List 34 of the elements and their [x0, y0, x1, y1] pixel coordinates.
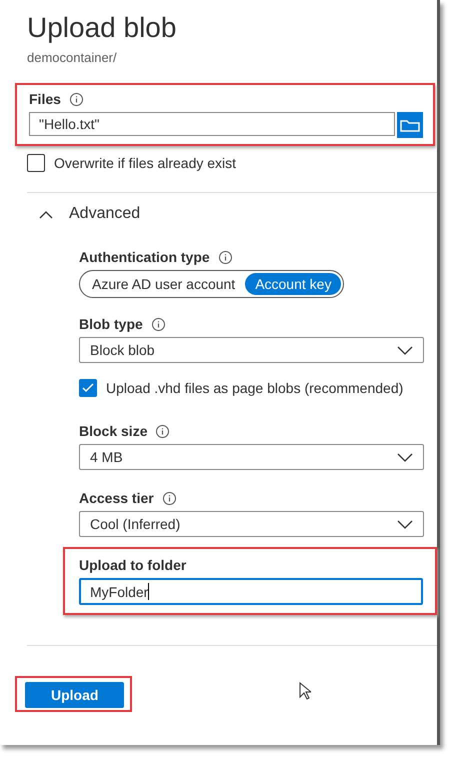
auth-type-label: Authentication type — [79, 249, 210, 265]
access-tier-label: Access tier — [79, 490, 154, 506]
checkbox[interactable] — [27, 154, 45, 172]
files-field[interactable]: "Hello.txt" — [29, 112, 395, 136]
checkbox-label: Overwrite if files already exist — [54, 155, 236, 171]
info-icon — [218, 250, 232, 264]
checkbox[interactable] — [79, 379, 97, 397]
chevron-icon — [39, 210, 53, 218]
folder-label: Upload to folder — [79, 557, 186, 573]
info-icon — [162, 492, 176, 504]
block-size-label: Block size — [79, 423, 148, 439]
checkbox-label: Upload .vhd files as page blobs (recommended) — [106, 380, 404, 396]
container-path: democontainer/ — [27, 50, 118, 65]
blob-type-dropdown[interactable]: Block blob — [79, 337, 424, 363]
check-icon — [82, 383, 94, 393]
browse-button[interactable] — [397, 112, 423, 138]
block-size-dropdown[interactable]: 4 MB — [79, 444, 424, 470]
blob-type-label: Blob type — [79, 316, 143, 332]
info-icon — [152, 318, 165, 330]
info-icon — [156, 424, 170, 438]
files-label: Files — [29, 91, 61, 107]
panel-title: Upload blob — [27, 11, 178, 44]
auth-option[interactable]: Account key — [245, 273, 342, 295]
auth-option[interactable]: Azure AD user account — [82, 273, 246, 295]
info-icon — [70, 92, 83, 106]
chevron-down-icon — [397, 520, 413, 528]
access-tier-dropdown[interactable]: Cool (Inferred) — [79, 511, 424, 537]
folder-field[interactable]: MyFolder — [79, 578, 423, 605]
upload-button[interactable]: Upload — [25, 682, 124, 708]
chevron-down-icon — [397, 452, 413, 462]
advanced-toggle[interactable]: Advanced — [27, 205, 140, 223]
folder-icon — [400, 118, 420, 132]
chevron-down-icon — [397, 346, 413, 354]
pointer-icon — [299, 682, 311, 700]
